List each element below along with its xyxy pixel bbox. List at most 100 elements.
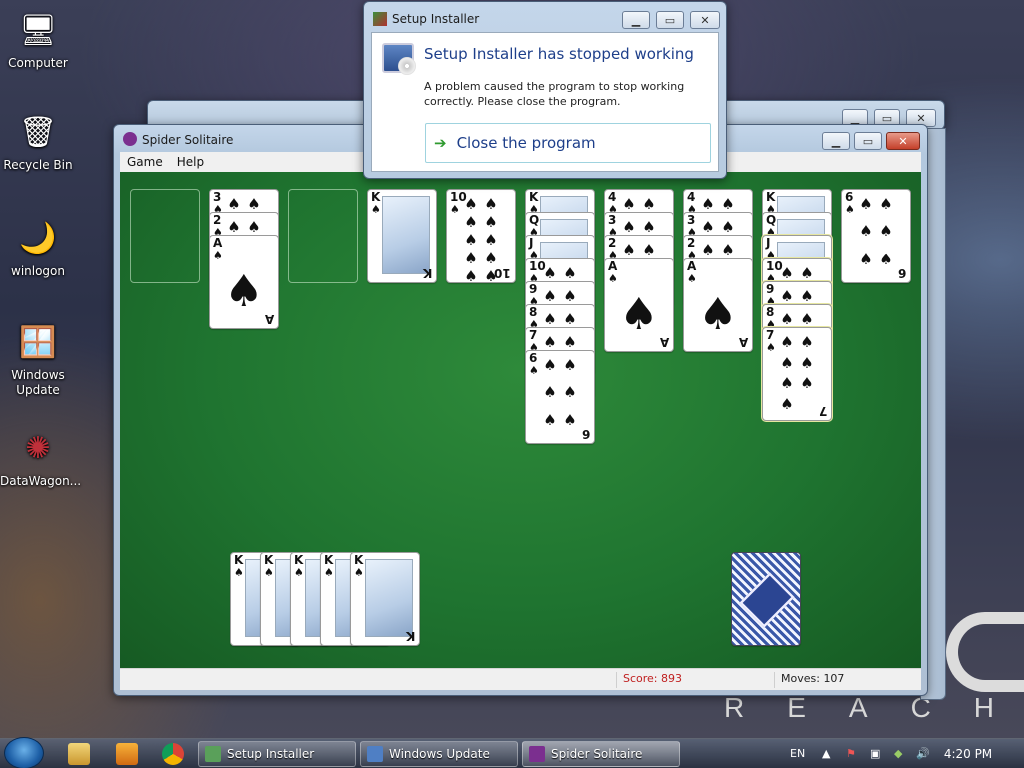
card-pips: ♠♠♠♠♠♠♠♠♠♠ — [464, 195, 498, 283]
desktop-icon-label: Windows Update — [11, 368, 65, 397]
spade-icon: ♠ — [766, 341, 776, 354]
chrome-icon[interactable] — [162, 743, 184, 765]
volume-icon[interactable]: 🔊 — [916, 747, 930, 760]
playing-card[interactable]: A ♠ ♠ A — [683, 258, 753, 352]
close-button[interactable]: ✕ — [886, 132, 920, 150]
stock-pile[interactable] — [731, 552, 801, 646]
card-rank-bottom: 6 — [581, 427, 590, 441]
network-icon[interactable]: ▣ — [870, 747, 880, 760]
task-setup-installer[interactable]: Setup Installer — [198, 741, 356, 767]
playing-card[interactable]: 6 ♠ ♠ ♠ ♠ ♠ ♠ ♠ 6 — [525, 350, 595, 444]
recycle-bin-icon: 🗑 — [18, 114, 58, 150]
card-rank-bottom: A — [738, 335, 748, 349]
playing-card[interactable]: A ♠ ♠ A — [604, 258, 674, 352]
spade-icon: ♠ — [608, 272, 618, 285]
desktop-icon-computer[interactable]: 🖥 Computer — [0, 10, 76, 71]
datawagon-icon: ✺ — [25, 430, 51, 466]
card-rank: 3 — [608, 213, 617, 227]
card-rank: A — [687, 259, 697, 273]
card-pips: ♠ ♠ ♠ ♠ ♠ ♠ — [543, 356, 577, 429]
windows-update-icon — [367, 746, 383, 762]
task-windows-update[interactable]: Windows Update — [360, 741, 518, 767]
setup-installer-icon — [205, 746, 221, 762]
task-spider-solitaire[interactable]: Spider Solitaire — [522, 741, 680, 767]
desktop-icon-label: DataWagon... — [0, 474, 82, 488]
card-rank: 8 — [529, 305, 538, 319]
desktop-icon-label: Recycle Bin — [3, 158, 73, 172]
card-rank: 4 — [687, 190, 696, 204]
media-player-icon[interactable] — [116, 743, 138, 765]
dialog-message: A problem caused the program to stop wor… — [424, 80, 685, 108]
card-rank-bottom: A — [264, 312, 274, 326]
playing-card[interactable]: 7♠♠♠♠♠♠♠♠7 — [762, 327, 832, 421]
desktop-icon-datawagon[interactable]: ✺ DataWagon... — [0, 428, 82, 489]
moves-label: Moves: — [781, 672, 820, 685]
face-card-art — [382, 196, 430, 274]
spade-icon: ♠ — [264, 566, 274, 579]
action-center-icon[interactable]: ⚑ — [846, 747, 856, 760]
card-pips: ♠ ♠ ♠ ♠ ♠ ♠ — [859, 195, 893, 268]
card-rank: Q — [766, 213, 777, 227]
card-rank: 3 — [687, 213, 696, 227]
card-rank: 6 — [845, 190, 854, 204]
spider-icon — [529, 746, 545, 762]
spade-icon: ♠ — [687, 272, 697, 285]
update-icon[interactable]: ◆ — [894, 747, 902, 760]
playing-card[interactable]: K♠K — [367, 189, 437, 283]
card-rank: 2 — [687, 236, 696, 250]
spade-icon: ♠ — [234, 566, 244, 579]
close-program-button[interactable]: ➔ Close the program — [425, 123, 711, 163]
show-hidden-icons-icon[interactable]: ▲ — [822, 747, 830, 760]
clock[interactable]: 4:20 PM — [938, 747, 998, 761]
empty-column-slot[interactable] — [130, 189, 200, 283]
disc-icon — [398, 57, 416, 75]
card-rank: K — [264, 553, 274, 567]
desktop-icon-recycle-bin[interactable]: 🗑 Recycle Bin — [0, 112, 76, 173]
spade-icon: ♠ — [371, 203, 381, 216]
dialog-heading: Setup Installer has stopped working — [424, 45, 694, 63]
halo-logo — [946, 612, 1024, 692]
card-rank: K — [324, 553, 334, 567]
taskbar: Setup Installer Windows Update Spider So… — [0, 737, 1024, 768]
card-rank: 4 — [608, 190, 617, 204]
winlogon-icon: 🌙 — [19, 220, 57, 256]
card-rank: J — [529, 236, 534, 250]
windows-update-icon: 🪟 — [19, 324, 57, 360]
setup-installer-dialog[interactable]: Setup Installer ▁ ▭ ✕ Setup Installer ha… — [363, 1, 727, 179]
minimize-button[interactable]: ▁ — [822, 132, 850, 150]
minimize-button[interactable]: ▁ — [622, 11, 650, 29]
playing-card[interactable]: K♠K — [350, 552, 420, 646]
card-rank: K — [234, 553, 244, 567]
card-rank: A — [213, 236, 223, 250]
empty-column-slot[interactable] — [288, 189, 358, 283]
moves-value: 107 — [823, 672, 845, 685]
task-label: Spider Solitaire — [551, 747, 643, 761]
score: Score: 893 — [616, 672, 774, 688]
dialog-title: Setup Installer — [392, 12, 480, 26]
maximize-button[interactable]: ▭ — [854, 132, 882, 150]
spade-icon: ♠ — [354, 566, 364, 579]
menu-help[interactable]: Help — [170, 155, 211, 169]
card-rank: K — [529, 190, 539, 204]
task-label: Windows Update — [389, 747, 490, 761]
spade-icon: ♠ — [324, 566, 334, 579]
playing-card[interactable]: 10♠♠♠♠♠♠♠♠♠♠♠10 — [446, 189, 516, 283]
desktop-icon-winlogon[interactable]: 🌙 winlogon — [0, 218, 76, 279]
card-rank: K — [354, 553, 364, 567]
card-rank: 7 — [529, 328, 538, 342]
card-rank: J — [766, 236, 771, 250]
close-button[interactable]: ✕ — [690, 11, 720, 29]
spade-icon: ♠ — [529, 364, 539, 377]
maximize-button[interactable]: ▭ — [656, 11, 684, 29]
playing-card[interactable]: 6 ♠ ♠ ♠ ♠ ♠ ♠ ♠ 6 — [841, 189, 911, 283]
explorer-icon[interactable] — [68, 743, 90, 765]
spade-icon: ♠ — [224, 266, 264, 317]
menu-game[interactable]: Game — [120, 155, 170, 169]
start-button[interactable] — [4, 737, 44, 768]
card-rank: A — [608, 259, 618, 273]
card-rank-bottom: 10 — [494, 266, 511, 280]
language-indicator[interactable]: EN — [790, 747, 805, 760]
desktop-icon-windows-update[interactable]: 🪟 Windows Update — [0, 322, 76, 398]
spider-icon — [123, 132, 137, 146]
playing-card[interactable]: A ♠ ♠ A — [209, 235, 279, 329]
